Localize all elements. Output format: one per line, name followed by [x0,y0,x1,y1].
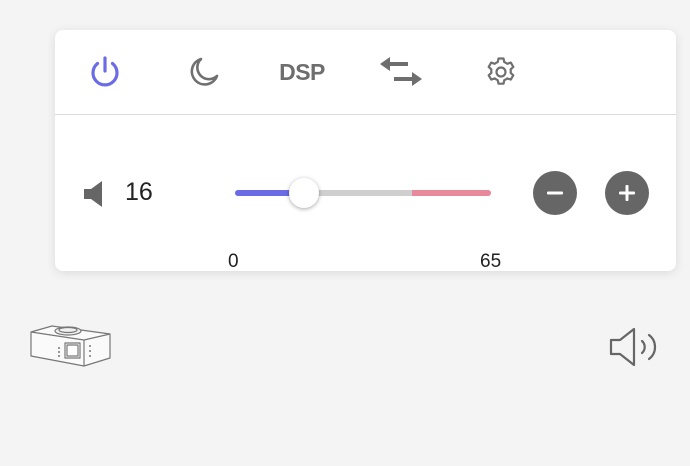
power-icon [91,56,119,87]
slider-max-label: 65 [480,251,502,272]
plus-icon [619,185,635,201]
audio-device-icon [30,325,111,367]
control-panel: DSP 16 0 65 [55,30,676,272]
slider-min-label: 0 [228,251,239,272]
swap-button[interactable] [378,50,424,94]
dsp-label: DSP [279,58,325,85]
volume-down-button[interactable] [533,171,577,215]
gear-icon [487,57,515,85]
power-button[interactable] [83,50,127,94]
sleep-button[interactable] [182,50,226,94]
swap-arrows-icon [380,57,422,86]
volume-slider[interactable] [235,178,491,208]
slider-thumb[interactable] [289,178,319,208]
volume-row: 16 0 65 [55,114,676,272]
toolbar: DSP [55,30,676,115]
volume-icon [84,181,102,207]
slider-fill-high [412,190,491,196]
speaker-icon[interactable] [608,326,664,368]
moon-icon [190,57,219,86]
volume-up-button[interactable] [605,171,649,215]
volume-value: 16 [125,178,153,206]
dsp-button[interactable]: DSP [277,50,327,94]
minus-icon [547,191,563,195]
settings-button[interactable] [479,50,523,94]
